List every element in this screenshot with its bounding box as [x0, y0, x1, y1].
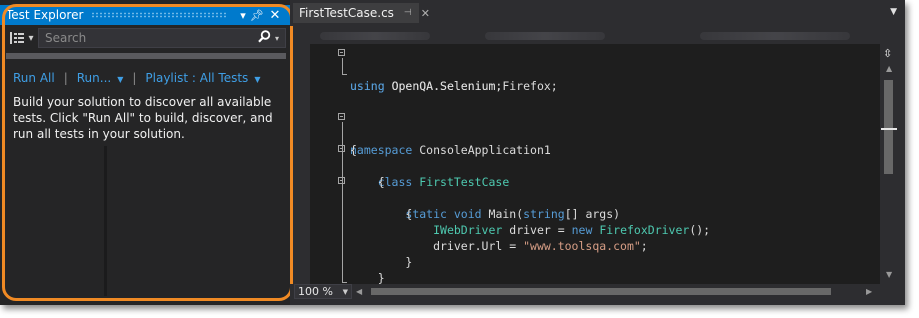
run-dropdown[interactable]: Run... ▼: [77, 71, 124, 85]
code-line: {: [310, 126, 880, 157]
code-line: }: [310, 238, 880, 269]
tab-label: FirstTestCase.cs: [299, 6, 394, 20]
playlist-dropdown[interactable]: Playlist : All Tests ▼: [145, 71, 260, 85]
test-actions: Run All | Run... ▼ | Playlist : All Tests…: [13, 70, 260, 86]
code-editor[interactable]: using OpenQA.Selenium; using OpenQA.Sele…: [310, 44, 880, 284]
test-explorer-titlebar[interactable]: Test Explorer ▾ 📌︎ ✕: [0, 5, 290, 25]
close-icon[interactable]: ✕: [268, 8, 282, 23]
group-by-button[interactable]: ▾: [6, 28, 38, 48]
split-window-icon[interactable]: ⇳: [883, 47, 892, 60]
code-line: }: [310, 270, 880, 284]
vertical-scroll-thumb[interactable]: [884, 80, 893, 174]
code-token: OpenQA.Selenium.Firefox;: [391, 79, 558, 93]
scroll-up-icon[interactable]: ▲: [886, 64, 892, 73]
test-explorer-panel: Test Explorer ▾ 📌︎ ✕ ▾ Search ▾ Run All …: [0, 0, 290, 305]
progress-bar: [6, 53, 286, 59]
chevron-down-icon: ▼: [117, 75, 124, 84]
nav-blur: [700, 32, 850, 40]
pin-icon[interactable]: 📌︎: [250, 9, 264, 22]
code-line: namespace ConsoleApplication1: [310, 110, 880, 157]
search-options-icon[interactable]: ▾: [275, 34, 285, 43]
close-icon[interactable]: ✕: [421, 7, 430, 20]
group-by-icon: [10, 32, 25, 44]
code-line: using OpenQA.Selenium.Firefox;: [310, 62, 880, 93]
dropdown-icon[interactable]: ▾: [236, 9, 250, 22]
code-line: using OpenQA.Selenium;: [310, 46, 880, 93]
test-explorer-title: Test Explorer: [6, 8, 84, 22]
code-line: driver.Url = "www.toolsqa.com";: [310, 222, 880, 253]
search-input[interactable]: [39, 30, 253, 46]
keyword-token: using: [350, 79, 385, 93]
pane-splitter[interactable]: [104, 146, 107, 296]
vertical-scrollbar[interactable]: ⇳ ▲ ▼: [880, 44, 900, 284]
search-box[interactable]: ▾: [38, 28, 286, 48]
chevron-down-icon: ▼: [254, 75, 261, 84]
code-line: }: [310, 254, 880, 284]
scroll-down-icon[interactable]: ▼: [886, 270, 892, 279]
collapse-icon[interactable]: [338, 49, 345, 56]
scroll-left-icon[interactable]: ◀: [356, 287, 362, 296]
separator: |: [63, 71, 68, 85]
code-line: static void Main(string[] args): [310, 174, 880, 221]
collapse-icon[interactable]: [338, 113, 345, 120]
pin-icon[interactable]: ⊣: [404, 8, 412, 18]
playlist-label: Playlist : All Tests: [145, 71, 249, 85]
collapse-icon[interactable]: [338, 145, 345, 152]
tab-list-dropdown-icon[interactable]: ▼: [890, 7, 897, 17]
collapse-icon[interactable]: [338, 177, 345, 184]
nav-blur: [320, 32, 430, 40]
code-line: class FirstTestCase: [310, 142, 880, 189]
visual-studio-window: Test Explorer ▾ 📌︎ ✕ ▾ Search ▾ Run All …: [0, 0, 905, 305]
horizontal-scroll-thumb[interactable]: [371, 288, 831, 295]
editor-tab-bar: FirstTestCase.cs ⊣ ✕ ▼: [290, 0, 905, 26]
tab-first-test-case[interactable]: FirstTestCase.cs ⊣ ✕: [293, 3, 430, 23]
chevron-down-icon: ▾: [28, 32, 34, 44]
titlebar-grip[interactable]: [91, 12, 228, 18]
code-line: {: [310, 190, 880, 221]
code-line: {: [310, 158, 880, 189]
search-icon[interactable]: [253, 29, 275, 47]
navigation-bar[interactable]: [310, 27, 880, 44]
test-explorer-toolbar: ▾ ▾: [6, 28, 286, 48]
scroll-right-icon[interactable]: ▶: [866, 287, 872, 296]
chevron-down-icon: ▼: [342, 287, 348, 296]
zoom-dropdown[interactable]: 100 % ▼: [294, 284, 352, 299]
run-label: Run...: [76, 71, 112, 85]
run-all-link[interactable]: Run All: [13, 71, 55, 85]
empty-state-message: Build your solution to discover all avai…: [13, 95, 273, 141]
code-line: IWebDriver driver = new FirefoxDriver();: [310, 206, 880, 237]
nav-blur: [485, 32, 605, 40]
zoom-level: 100 %: [298, 285, 333, 298]
editor-bottom-bar: 100 % ▼ ◀ ▶: [290, 284, 905, 300]
separator: |: [132, 71, 137, 85]
horizontal-scrollbar[interactable]: ◀ ▶: [356, 284, 880, 299]
caret-position-marker: [881, 128, 897, 130]
